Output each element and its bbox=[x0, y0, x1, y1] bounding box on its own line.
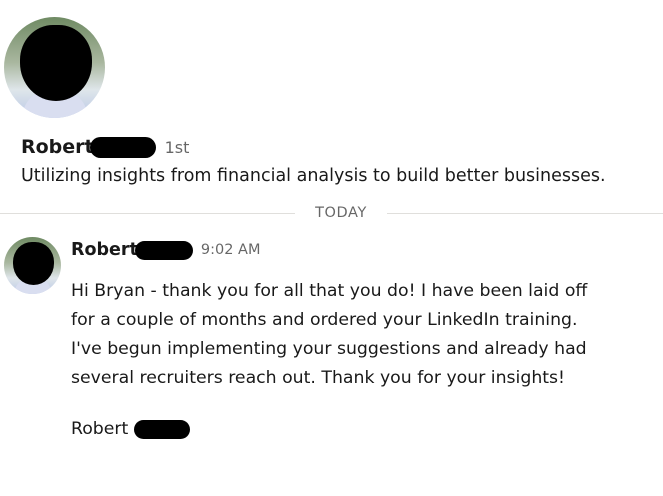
name-redaction bbox=[89, 136, 156, 158]
message-sender-name[interactable]: Robert bbox=[71, 240, 138, 260]
profile-name[interactable]: Robert bbox=[21, 136, 94, 158]
message-body-line: for a couple of months and ordered your … bbox=[71, 310, 578, 330]
face-redaction bbox=[20, 25, 92, 101]
message-body-line: I've begun implementing your suggestions… bbox=[71, 339, 587, 359]
message-timestamp: 9:02 AM bbox=[200, 242, 261, 258]
message-header: Robert 9:02 AM bbox=[71, 238, 261, 262]
sender-name-redaction bbox=[134, 240, 193, 260]
message-sender-avatar[interactable] bbox=[4, 237, 61, 294]
message-signature: Robert bbox=[71, 416, 191, 442]
date-divider-label: TODAY bbox=[315, 205, 367, 221]
face-redaction bbox=[13, 242, 54, 285]
message-body: Hi Bryan - thank you for all that you do… bbox=[71, 277, 651, 393]
signature-redaction bbox=[134, 419, 191, 439]
divider-line-left bbox=[0, 213, 295, 214]
message-body-line: Hi Bryan - thank you for all that you do… bbox=[71, 281, 588, 301]
connection-degree: 1st bbox=[164, 137, 190, 157]
divider-line-right bbox=[387, 213, 663, 214]
profile-name-row: Robert 1st bbox=[21, 134, 189, 160]
message-body-line: several recruiters reach out. Thank you … bbox=[71, 368, 565, 388]
profile-headline: Utilizing insights from financial analys… bbox=[21, 166, 606, 186]
profile-avatar[interactable] bbox=[4, 17, 105, 118]
date-divider: TODAY bbox=[0, 205, 663, 221]
signature-name: Robert bbox=[71, 419, 129, 439]
